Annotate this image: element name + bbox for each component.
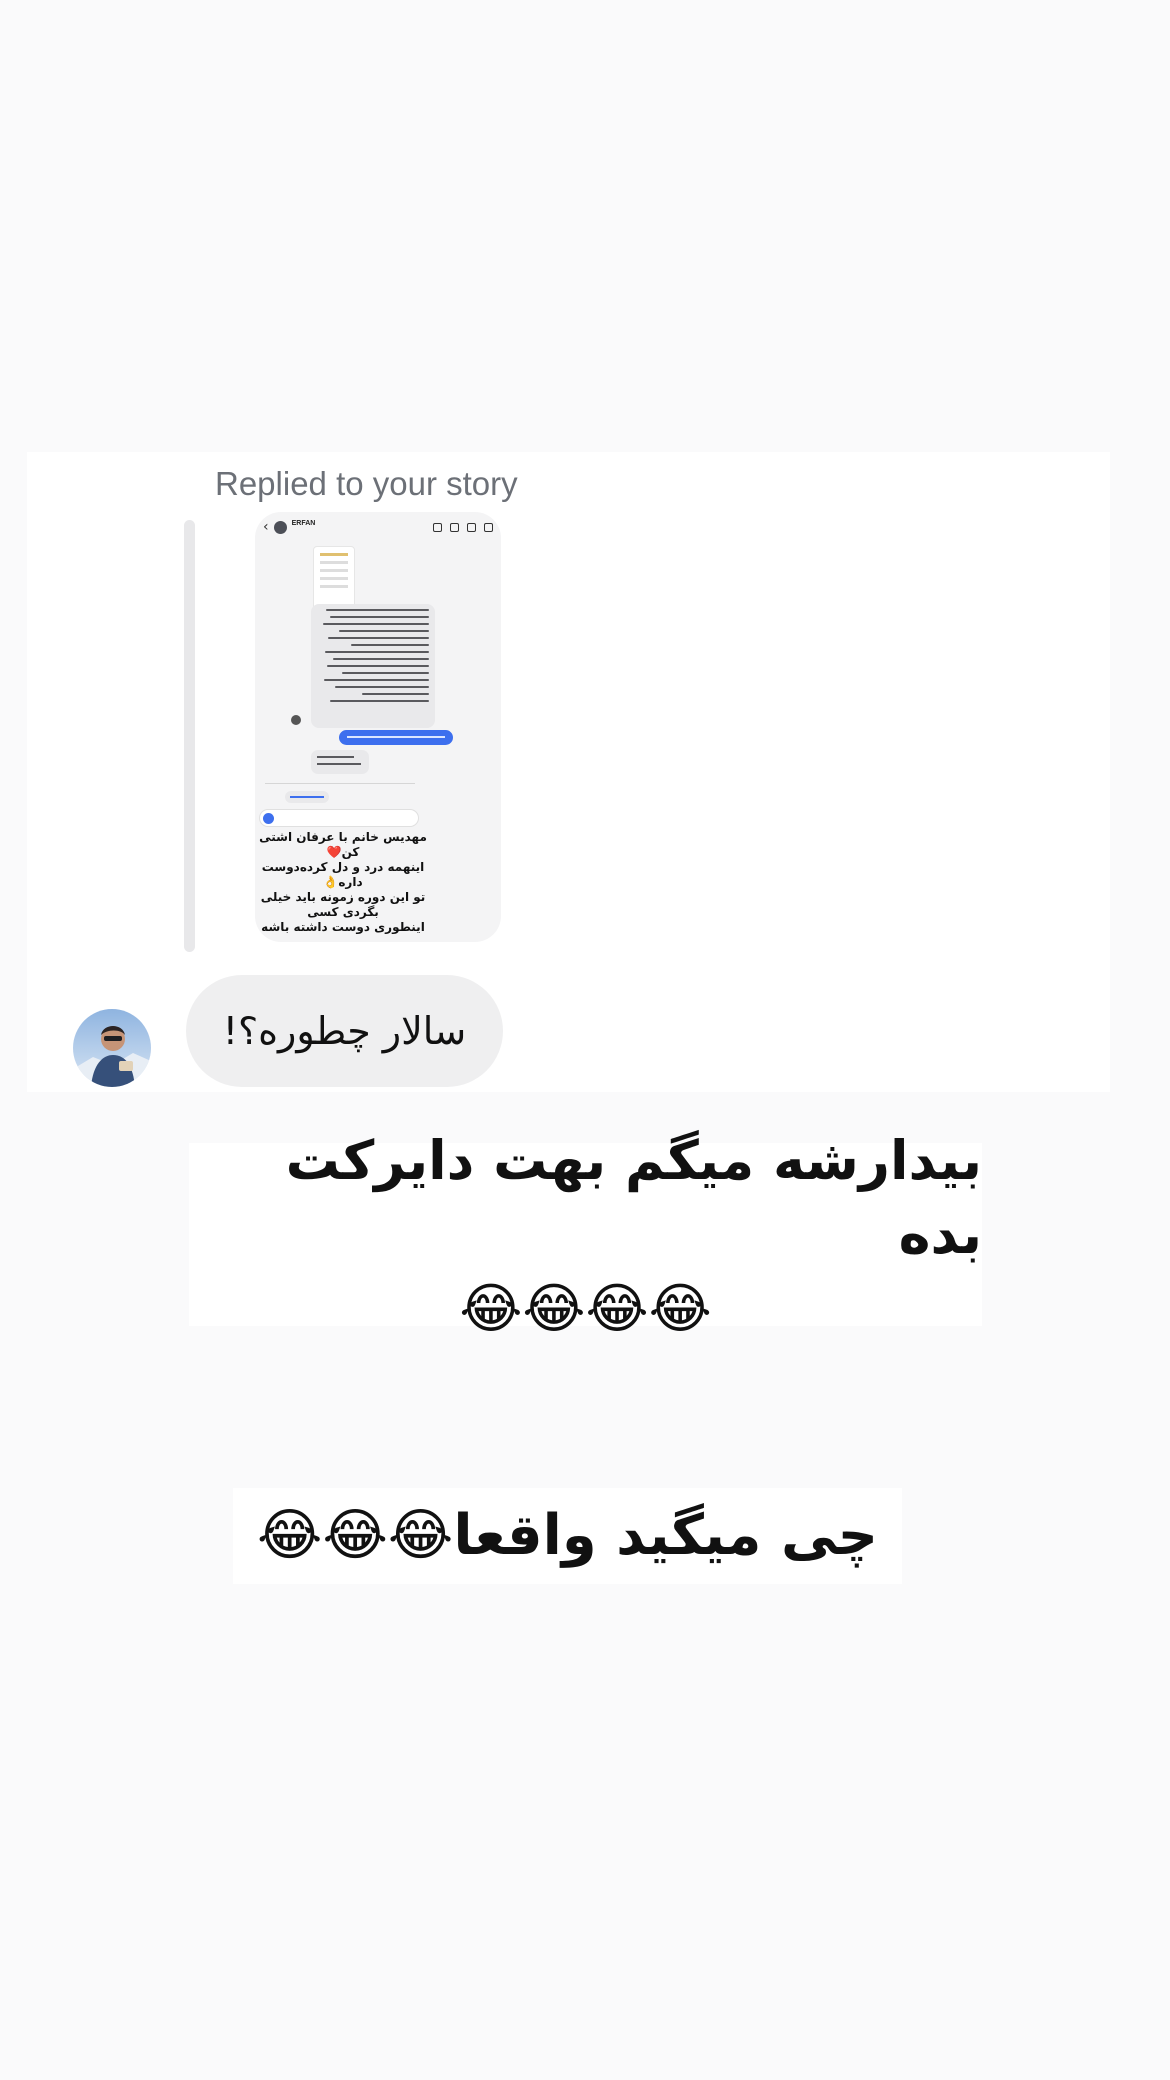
story-blue-bubble bbox=[339, 730, 453, 745]
link-icon bbox=[433, 522, 442, 532]
video-icon bbox=[467, 522, 476, 532]
flag-icon bbox=[484, 522, 493, 532]
story-short-bubble bbox=[311, 750, 369, 774]
phone-icon bbox=[450, 522, 459, 532]
reply-message-text: سالار چطوره؟! bbox=[222, 1009, 467, 1053]
replied-to-story-label: Replied to your story bbox=[215, 465, 518, 502]
story-new-messages-divider bbox=[265, 783, 415, 784]
story-mention-bubble bbox=[285, 791, 329, 803]
story-header-icons bbox=[433, 522, 493, 532]
reply-quote-bar bbox=[184, 520, 195, 952]
story-long-message-bubble bbox=[311, 604, 435, 728]
caption-line: چی میگید واقعا😂😂😂 bbox=[257, 1503, 878, 1568]
story-header-avatar bbox=[273, 520, 287, 534]
caption-line: بیدارشه میگم بهت دایرکت بده bbox=[285, 1128, 982, 1266]
story-dm-header: ‹ ERFAN bbox=[255, 512, 501, 542]
story-nested-preview bbox=[313, 546, 355, 610]
story-text-caption-1: بیدارشه میگم بهت دایرکت بده 😂😂😂😂 bbox=[189, 1129, 982, 1340]
caption-emoji-line: 😂😂😂😂 bbox=[459, 1276, 712, 1340]
reply-message-bubble[interactable]: سالار چطوره؟! bbox=[186, 975, 503, 1087]
sender-avatar[interactable] bbox=[73, 1009, 151, 1087]
story-header-subtitle bbox=[292, 528, 316, 534]
back-chevron-icon: ‹ bbox=[263, 519, 269, 535]
story-text-caption-2: چی میگید واقعا😂😂😂 bbox=[233, 1488, 902, 1584]
story-reply-card: Replied to your story ‹ ERFAN مهدیس خانم… bbox=[27, 452, 1110, 1092]
story-small-avatar bbox=[291, 715, 301, 725]
story-message-input bbox=[259, 809, 419, 827]
story-thumbnail[interactable]: ‹ ERFAN مهدیس خانم با عرفان اشتی کن❤️ ای… bbox=[255, 512, 501, 942]
story-caption-text: مهدیس خانم با عرفان اشتی کن❤️ اینهمه درد… bbox=[259, 830, 427, 934]
story-header-name: ERFAN bbox=[291, 520, 316, 527]
